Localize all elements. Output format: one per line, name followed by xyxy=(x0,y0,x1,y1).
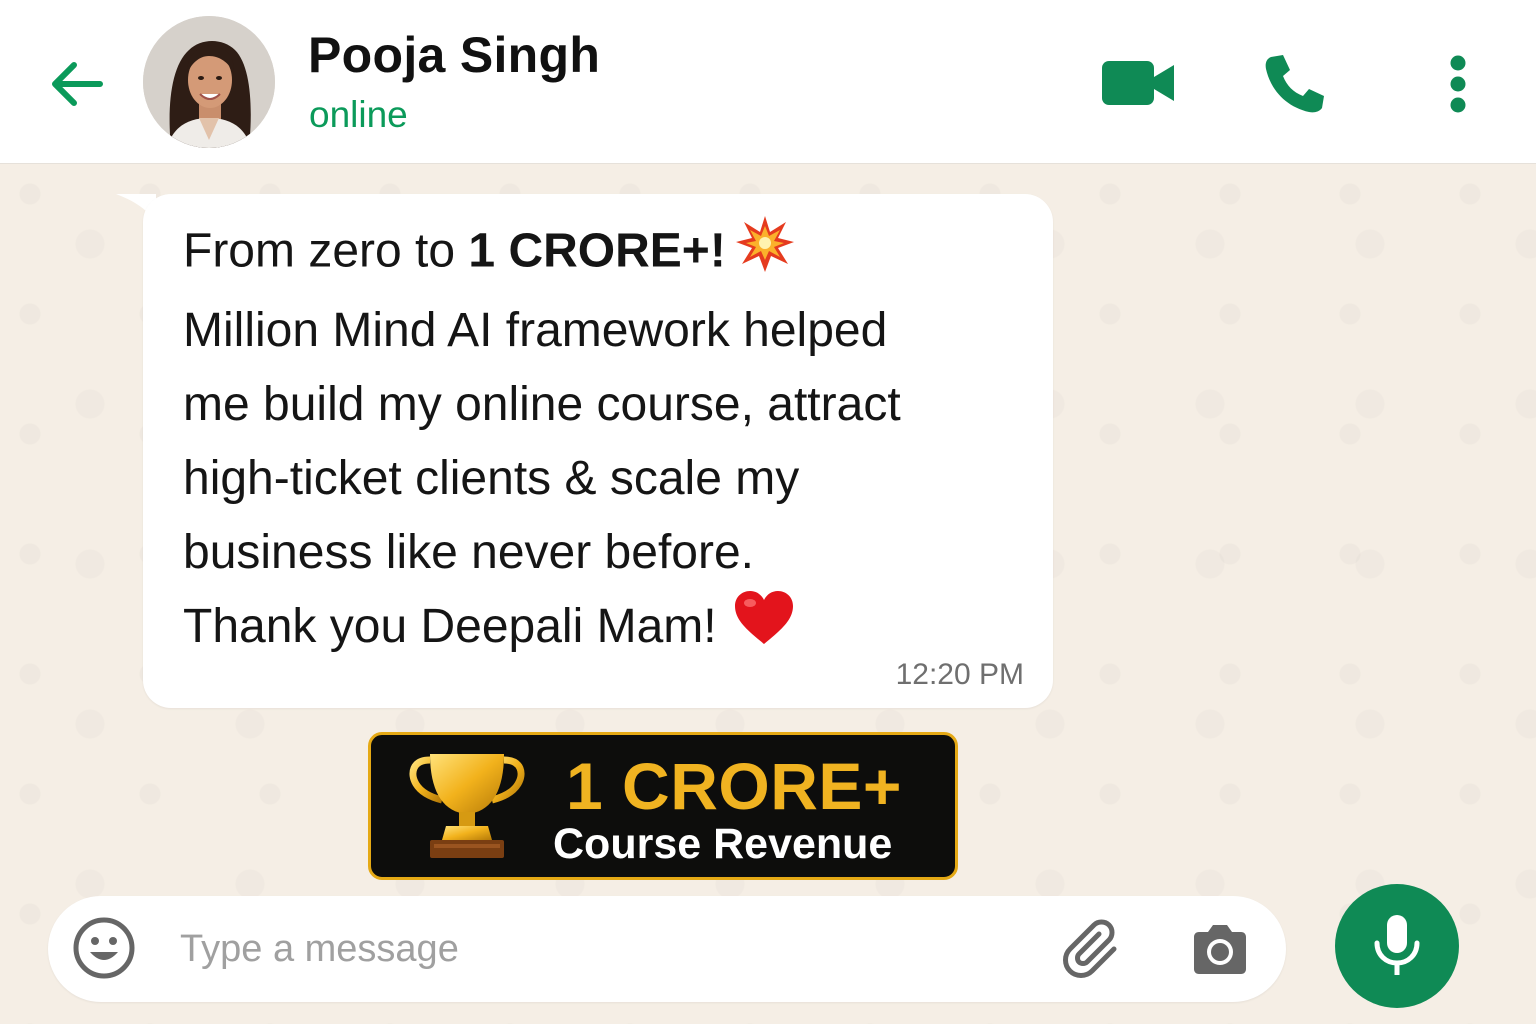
message-line: high-ticket clients & scale my xyxy=(183,452,800,505)
badge-title: 1 CRORE+ xyxy=(566,749,902,823)
message-line-text: Thank you Deepali Mam! xyxy=(183,600,717,653)
contact-name[interactable]: Pooja Singh xyxy=(308,26,600,84)
more-vert-icon[interactable] xyxy=(1440,48,1476,120)
message-line-text: From zero to xyxy=(183,224,469,278)
phone-call-icon[interactable] xyxy=(1258,48,1330,120)
message-input[interactable] xyxy=(180,916,1020,982)
badge-subtitle: Course Revenue xyxy=(553,820,893,868)
emoji-icon[interactable] xyxy=(70,914,138,982)
paperclip-icon[interactable] xyxy=(1060,918,1126,980)
red-heart-emoji-icon xyxy=(733,590,795,668)
microphone-button[interactable] xyxy=(1335,884,1459,1008)
message-line: me build my online course, attract xyxy=(183,378,901,431)
contact-status: online xyxy=(309,94,408,135)
message-line: business like never before. xyxy=(183,526,754,579)
message-line: From zero to 1 CRORE+! xyxy=(183,214,1043,294)
avatar[interactable] xyxy=(143,16,275,148)
back-arrow-icon[interactable] xyxy=(40,48,112,120)
message-line: Million Mind AI framework helped xyxy=(183,304,888,357)
collision-emoji-icon xyxy=(735,214,794,294)
video-call-icon[interactable] xyxy=(1096,54,1180,112)
camera-icon[interactable] xyxy=(1188,920,1252,978)
message-timestamp: 12:20 PM xyxy=(895,658,1024,691)
message-text: From zero to 1 CRORE+! Million Mind AI f… xyxy=(183,214,1043,668)
trophy-icon xyxy=(408,750,526,869)
microphone-icon xyxy=(1374,915,1420,975)
message-line: Thank you Deepali Mam! xyxy=(183,590,1043,668)
message-bold-text: 1 CRORE+! xyxy=(468,224,726,278)
